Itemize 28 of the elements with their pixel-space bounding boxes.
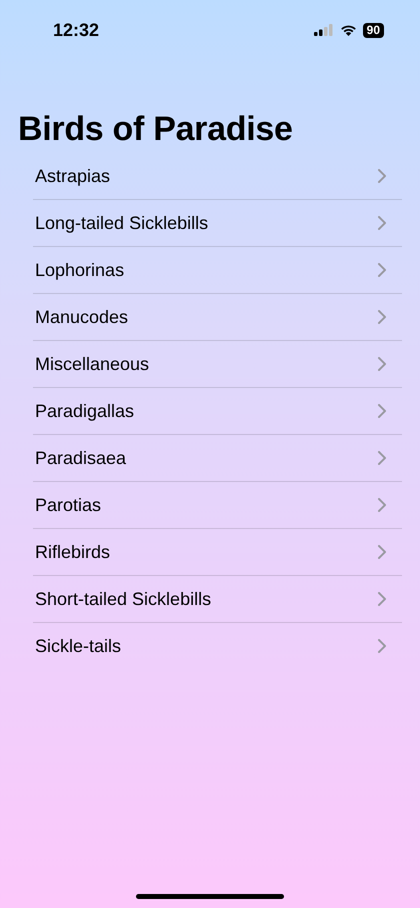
list-item[interactable]: Astrapias [33,153,402,200]
chevron-icon [378,545,386,559]
list-item[interactable]: Riflebirds [33,529,402,576]
chevron-icon [378,404,386,418]
list-item[interactable]: Sickle-tails [33,623,402,669]
chevron-icon [378,451,386,465]
status-time: 12:32 [53,20,100,42]
home-indicator[interactable] [136,894,284,899]
list-item[interactable]: Long-tailed Sicklebills [33,200,402,247]
list-item[interactable]: Lophorinas [33,247,402,294]
list-item[interactable]: Manucodes [33,294,402,341]
list-item[interactable]: Paradigallas [33,388,402,435]
battery-level: 90 [362,22,384,38]
chevron-icon [378,592,386,606]
chevron-icon [378,310,386,324]
chevron-icon [378,216,386,230]
signal-icon [314,24,334,36]
chevron-icon [378,498,386,512]
list-item[interactable]: Short-tailed Sicklebills [33,576,402,623]
chevron-icon [378,357,386,371]
list-item[interactable]: Parotias [33,482,402,529]
chevron-icon [378,169,386,183]
list-item[interactable]: Paradisaea [33,435,402,482]
chevron-icon [378,639,386,653]
list-item[interactable]: Miscellaneous [33,341,402,388]
page-title: Birds of Paradise [18,110,294,149]
chevron-icon [378,263,386,277]
wifi-icon [340,24,357,36]
